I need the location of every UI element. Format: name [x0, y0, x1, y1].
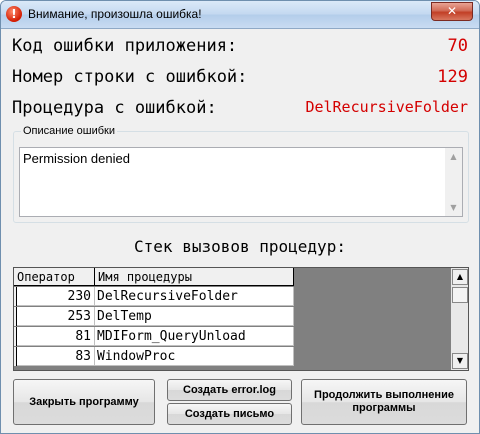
procedure-label: Процедура с ошибкой:	[12, 98, 217, 118]
operator-cell: 253	[17, 307, 95, 326]
error-icon: !	[6, 6, 22, 22]
scroll-up-icon[interactable]: ▲	[445, 148, 462, 165]
error-code-value: 70	[447, 36, 468, 56]
operator-cell: 81	[17, 327, 95, 346]
title-bar[interactable]: ! Внимание, произошла ошибка! ✕	[1, 1, 479, 29]
grid-scrollbar[interactable]: ▲ ▼	[451, 268, 468, 370]
window-title: Внимание, произошла ошибка!	[28, 7, 202, 21]
line-number-label: Номер строки с ошибкой:	[12, 67, 248, 87]
procedure-cell: WindowProc	[95, 347, 294, 366]
operator-cell: 83	[17, 347, 95, 366]
procedure-value: DelRecursiveFolder	[305, 98, 468, 116]
operator-cell: 230	[17, 287, 95, 306]
stack-title: Стек вызовов процедур:	[134, 237, 346, 256]
scroll-down-icon[interactable]: ▼	[445, 199, 462, 216]
procedure-cell: MDIForm_QueryUnload	[95, 327, 294, 346]
close-window-button[interactable]: ✕	[431, 2, 473, 21]
close-program-button[interactable]: Закрыть программу	[13, 379, 155, 425]
continue-execution-button[interactable]: Продолжить выполнение программы	[301, 379, 467, 425]
line-number-value: 129	[437, 67, 468, 87]
scroll-thumb[interactable]	[452, 287, 468, 303]
error-dialog: ! Внимание, произошла ошибка! ✕ Код ошиб…	[0, 0, 480, 434]
procedure-cell: DelTemp	[95, 307, 294, 326]
create-error-log-button[interactable]: Создать error.log	[167, 379, 292, 401]
call-stack-grid[interactable]: Оператор Имя процедуры 230 DelRecursiveF…	[13, 267, 469, 371]
create-letter-button[interactable]: Создать письмо	[167, 403, 292, 425]
description-scrollbar[interactable]: ▲ ▼	[445, 148, 462, 216]
description-text: Permission denied	[23, 151, 130, 166]
procedure-cell: DelRecursiveFolder	[95, 287, 294, 306]
description-legend: Описание ошибки	[21, 125, 118, 137]
error-code-label: Код ошибки приложения:	[12, 36, 238, 56]
column-header-operator[interactable]: Оператор	[14, 268, 95, 286]
description-textbox[interactable]: Permission denied ▲ ▼	[19, 147, 463, 217]
column-header-procedure[interactable]: Имя процедуры	[95, 268, 294, 286]
scroll-down-icon[interactable]: ▼	[452, 353, 468, 369]
scroll-up-icon[interactable]: ▲	[452, 269, 468, 285]
